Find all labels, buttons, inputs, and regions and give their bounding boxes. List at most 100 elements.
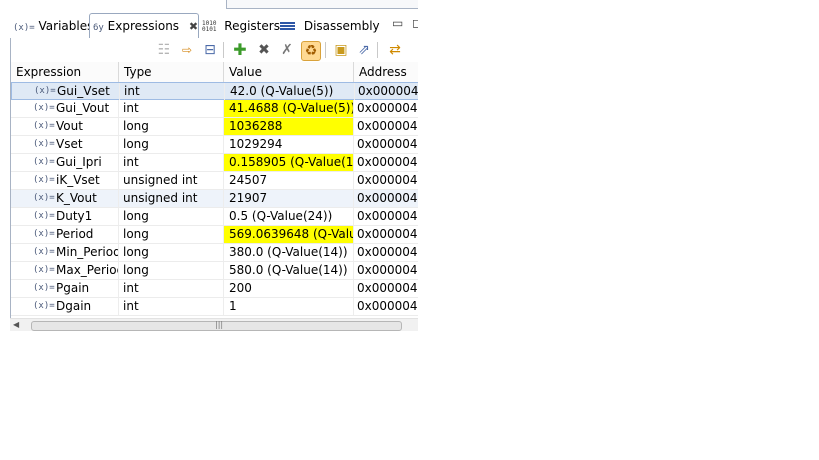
- tab-disassembly[interactable]: Disassembly: [280, 15, 380, 37]
- toolbar-separator: [223, 42, 224, 58]
- value-cell[interactable]: 1029294: [224, 136, 354, 153]
- expression-cell[interactable]: (x)= iK_Vset: [11, 172, 119, 189]
- address-cell: 0x0000041D: [358, 84, 418, 98]
- table-row[interactable]: (x)= Max_Period long 580.0 (Q-Value(14)) 0x0…: [11, 262, 418, 280]
- expression-cell[interactable]: (x)= Pgain: [11, 280, 119, 297]
- add-expression-icon[interactable]: ✚: [231, 41, 249, 59]
- export-icon[interactable]: ⇗: [355, 41, 373, 59]
- collapse-icon[interactable]: ⊟: [201, 41, 219, 59]
- address-cell: 0x00000438: [357, 245, 418, 259]
- address-cell: 0x00000418: [357, 155, 418, 169]
- value-cell[interactable]: 21907: [224, 190, 354, 207]
- expression-cell[interactable]: (x)= Gui_Vout: [11, 100, 119, 117]
- expression-icon: (x)=: [33, 121, 55, 131]
- expression-cell[interactable]: (x)= K_Vout: [11, 190, 119, 207]
- expression-name: Pgain: [56, 281, 90, 295]
- value-cell[interactable]: 0.158905 (Q-Value(15)): [224, 154, 354, 171]
- pin-icon[interactable]: ♻: [301, 41, 321, 61]
- expression-cell[interactable]: (x)= Dgain: [11, 298, 119, 315]
- expression-cell[interactable]: (x)= Vout: [11, 118, 119, 135]
- address-cell: 0x0000043A: [357, 227, 418, 241]
- address-cell: 0x0000040E: [357, 299, 418, 313]
- type-cell: unsigned int: [119, 172, 224, 189]
- table-row[interactable]: (x)= Gui_Vout int 41.4688 (Q-Value(5)) 0x000…: [11, 100, 418, 118]
- show-type-icon[interactable]: ⇨: [178, 41, 196, 59]
- disassembly-icon: [280, 22, 295, 31]
- table-row[interactable]: (x)=Gui_Ipriint0.158905 (Q-Value(15))0x0…: [11, 154, 418, 172]
- column-header-address[interactable]: Address: [354, 62, 418, 82]
- expression-cell[interactable]: (x)= Gui_Vset: [12, 83, 120, 100]
- scroll-left-icon[interactable]: ◀: [13, 320, 19, 329]
- scrollbar-grip: |||: [215, 320, 224, 329]
- type-cell: int: [119, 100, 224, 117]
- next-view-icon[interactable]: ◻: [412, 16, 418, 30]
- expression-icon: (x)=: [33, 193, 55, 203]
- value-cell[interactable]: 580.0 (Q-Value(14)): [224, 262, 354, 279]
- new-view-icon[interactable]: ▣: [332, 41, 350, 59]
- value-cell[interactable]: 200: [224, 280, 354, 297]
- expression-icon: (x)=: [33, 175, 55, 185]
- table-row[interactable]: (x)=Vsetlong10292940x0000042C: [11, 136, 418, 154]
- expression-name: iK_Vset: [56, 173, 100, 187]
- table-row[interactable]: (x)=Voutlong10362880x0000042E: [11, 118, 418, 136]
- registers-icon: 1010 0101: [202, 20, 216, 33]
- toolbar-separator: [377, 42, 378, 58]
- expression-name: Duty1: [56, 209, 93, 223]
- column-header-expression[interactable]: Expression: [11, 62, 119, 82]
- tab-variables[interactable]: (x)= Variables: [13, 15, 93, 37]
- expression-cell[interactable]: (x)= Period: [11, 226, 119, 243]
- table-row[interactable]: (x)= Gui_Vset int 42.0 (Q-Value(5)) 0x000004…: [11, 82, 418, 100]
- horizontal-scrollbar[interactable]: ◀ |||: [10, 318, 418, 331]
- type-cell: int: [119, 298, 224, 315]
- address-cell: 0x0000042E: [357, 119, 418, 133]
- table-row[interactable]: (x)=K_Voutunsigned int219070x00000412: [11, 190, 418, 208]
- expression-cell[interactable]: (x)= Gui_Ipri: [11, 154, 119, 171]
- table-row[interactable]: (x)=Pgainint2000x00000408: [11, 280, 418, 298]
- refresh-icon[interactable]: ⇄: [386, 41, 404, 59]
- expression-cell[interactable]: (x)= Vset: [11, 136, 119, 153]
- remove-all-icon[interactable]: ✗: [278, 41, 296, 59]
- table-header: Expression Type Value Address: [11, 62, 418, 83]
- expression-name: Gui_Vset: [57, 84, 110, 98]
- expression-cell[interactable]: (x)= Duty1: [11, 208, 119, 225]
- tab-expressions[interactable]: 6y Expressions ✖: [89, 13, 199, 38]
- expression-name: Dgain: [56, 299, 92, 313]
- collapse-all-icon[interactable]: ☷: [155, 41, 173, 59]
- address-cell: 0x00000408: [357, 281, 418, 295]
- view-tab-strip: (x)= Variables 6y Expressions ✖ 1010 0101…: [0, 0, 418, 38]
- table-row[interactable]: (x)= Min_Period long 380.0 (Q-Value(14)) 0x0…: [11, 244, 418, 262]
- expression-name: Min_Period: [56, 245, 119, 259]
- value-cell[interactable]: 0.5 (Q-Value(24)): [224, 208, 354, 225]
- expression-name: K_Vout: [56, 191, 97, 205]
- address-cell: 0x0000043E: [357, 263, 418, 277]
- column-header-type[interactable]: Type: [119, 62, 224, 82]
- table-row[interactable]: (x)=iK_Vsetunsigned int245070x00000414: [11, 172, 418, 190]
- expression-icon: (x)=: [33, 283, 55, 293]
- value-cell[interactable]: 1: [224, 298, 354, 315]
- expression-cell[interactable]: (x)= Max_Period: [11, 262, 119, 279]
- tab-variables-label: Variables: [38, 19, 94, 33]
- toolbar-separator: [325, 42, 326, 58]
- remove-icon[interactable]: ✖: [255, 41, 273, 59]
- expressions-icon: 6y: [93, 23, 104, 33]
- expression-name: Gui_Vout: [56, 101, 110, 115]
- value-cell[interactable]: 41.4688 (Q-Value(5)): [224, 100, 354, 117]
- close-tab-icon[interactable]: ✖: [189, 20, 198, 33]
- tab-registers[interactable]: 1010 0101 Registers: [202, 15, 280, 37]
- value-cell[interactable]: 24507: [224, 172, 354, 189]
- table-row[interactable]: (x)=Duty1long0.5 (Q-Value(24))0x00000428: [11, 208, 418, 226]
- type-cell: long: [119, 226, 224, 243]
- expression-icon: (x)=: [33, 301, 55, 311]
- value-cell[interactable]: 569.0639648 (Q-Value...: [224, 226, 354, 243]
- expression-cell[interactable]: (x)= Min_Period: [11, 244, 119, 261]
- value-cell[interactable]: 1036288: [224, 118, 354, 135]
- minimize-icon[interactable]: ▭: [392, 16, 403, 30]
- scrollbar-thumb[interactable]: |||: [31, 320, 402, 331]
- expression-name: Period: [56, 227, 94, 241]
- table-row[interactable]: (x)=Dgainint10x0000040E: [11, 298, 418, 316]
- column-header-value[interactable]: Value: [224, 62, 354, 82]
- expression-icon: (x)=: [33, 229, 55, 239]
- value-cell[interactable]: 42.0 (Q-Value(5)): [225, 83, 355, 100]
- value-cell[interactable]: 380.0 (Q-Value(14)): [224, 244, 354, 261]
- table-row[interactable]: (x)=Periodlong569.0639648 (Q-Value...0x0…: [11, 226, 418, 244]
